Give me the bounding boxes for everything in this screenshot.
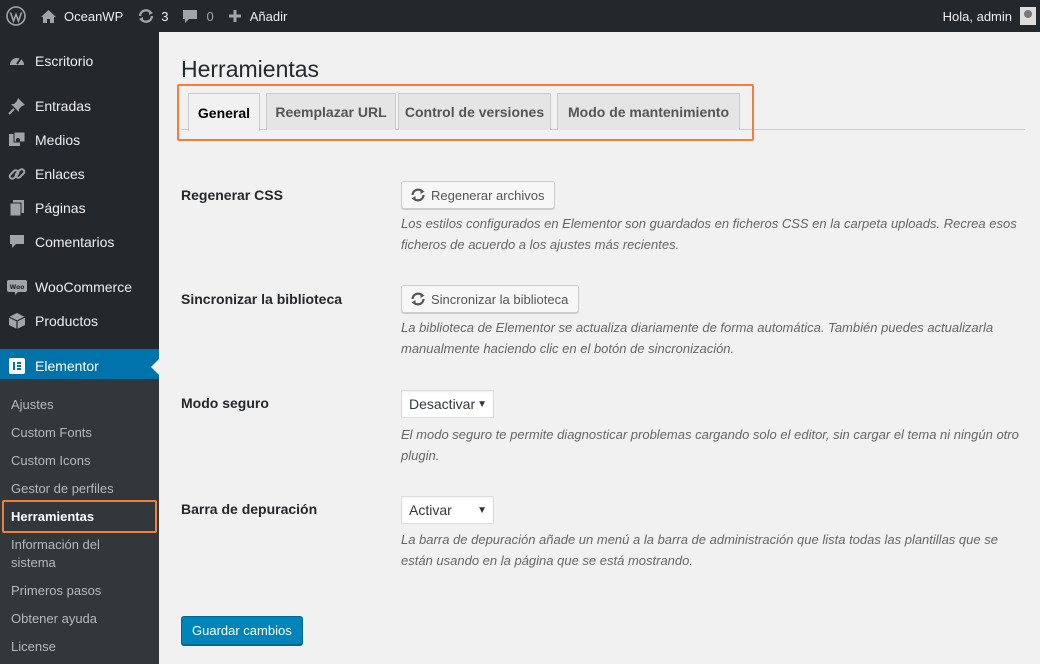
add-new-link[interactable]: Añadir: [221, 0, 295, 32]
home-icon: [40, 9, 57, 24]
sync-library-label: Sincronizar la biblioteca: [181, 291, 343, 307]
debug-bar-label: Barra de depuración: [181, 501, 318, 517]
media-icon: [7, 130, 27, 150]
sidebar-item-label: Enlaces: [35, 166, 85, 182]
comment-bubble-icon: [182, 9, 198, 24]
submenu-item-license[interactable]: License: [11, 638, 56, 656]
updates-count: 3: [161, 8, 169, 24]
sidebar-item-woocommerce[interactable]: Woo WooCommerce: [0, 270, 159, 304]
tab-modo-de-mantenimiento[interactable]: Modo de mantenimiento: [557, 93, 740, 130]
sidebar-item-label: Páginas: [35, 200, 86, 216]
sidebar-item-label: Entradas: [35, 98, 92, 114]
sidebar-item-entradas[interactable]: Entradas: [0, 89, 159, 123]
dashboard-icon: [7, 51, 27, 71]
safe-mode-description: El modo seguro te permite diagnosticar p…: [401, 427, 1019, 463]
site-name: OceanWP: [64, 8, 124, 24]
pin-icon: [7, 96, 27, 116]
refresh-icon: [411, 188, 425, 202]
dropdown-arrow-icon: ▼: [477, 399, 487, 410]
sidebar-item-enlaces[interactable]: Enlaces: [0, 157, 159, 191]
refresh-icon: [411, 292, 425, 306]
sidebar-item-comentarios[interactable]: Comentarios: [0, 225, 159, 259]
submenu-item-gestor-de-perfiles[interactable]: Gestor de perfiles: [11, 480, 114, 498]
sidebar-item-medios[interactable]: Medios: [0, 123, 159, 157]
my-account-link[interactable]: Hola, admin: [936, 0, 1040, 32]
regen-css-description: Los estilos configurados en Elementor so…: [401, 216, 1017, 252]
sidebar-item-label: Elementor: [35, 358, 99, 374]
avatar: [1020, 7, 1036, 25]
box-icon: [7, 311, 27, 331]
sidebar-item-label: Medios: [35, 132, 81, 148]
submenu-item-custom-icons[interactable]: Custom Icons: [11, 452, 90, 470]
safe-mode-select[interactable]: Desactivar ▼: [401, 390, 494, 418]
sidebar-item-label: Comentarios: [35, 234, 115, 250]
sync-library-description: La biblioteca de Elementor se actualiza …: [401, 320, 994, 356]
debug-bar-value: Activar: [409, 502, 452, 518]
sidebar-item-escritorio[interactable]: Escritorio: [0, 44, 159, 78]
dropdown-arrow-icon: ▼: [477, 505, 487, 516]
plus-icon: [228, 9, 242, 23]
elementor-submenu: Ajustes Custom Fonts Custom Icons Gestor…: [0, 379, 159, 664]
sidebar-item-elementor[interactable]: Elementor: [0, 349, 159, 383]
svg-text:Woo: Woo: [10, 284, 25, 291]
sidebar-item-label: WooCommerce: [35, 279, 132, 295]
debug-bar-description: La barra de depuración añade un menú a l…: [401, 532, 998, 568]
sidebar-item-paginas[interactable]: Páginas: [0, 191, 159, 225]
link-icon: [7, 164, 27, 184]
sidebar-item-productos[interactable]: Productos: [0, 304, 159, 338]
save-changes-button[interactable]: Guardar cambios: [181, 616, 303, 645]
updates-icon: [137, 8, 155, 24]
sync-library-button-label: Sincronizar la biblioteca: [431, 291, 569, 307]
admin-sidebar: Escritorio Entradas Medios Enlaces Págin…: [0, 32, 159, 664]
tab-bar: General Reemplazar URL Control de versio…: [181, 93, 1025, 131]
site-name-link[interactable]: OceanWP: [33, 0, 130, 32]
elementor-icon: [7, 356, 27, 376]
greeting: Hola, admin: [942, 8, 1012, 24]
main-content: Herramientas General Reemplazar URL Cont…: [159, 32, 1040, 664]
admin-bar: OceanWP 3 0 Añadir Hola, admin: [0, 0, 1040, 32]
regenerate-files-label: Regenerar archivos: [431, 187, 545, 203]
sidebar-item-label: Productos: [35, 313, 99, 329]
submenu-item-ajustes[interactable]: Ajustes: [11, 396, 54, 414]
comments-count: 0: [206, 8, 214, 24]
tab-reemplazar-url[interactable]: Reemplazar URL: [266, 93, 396, 130]
regen-css-label: Regenerar CSS: [181, 187, 283, 203]
page-icon: [7, 198, 27, 218]
page-title: Herramientas: [181, 56, 320, 82]
submenu-item-custom-fonts[interactable]: Custom Fonts: [11, 424, 92, 442]
sync-library-button[interactable]: Sincronizar la biblioteca: [401, 285, 580, 313]
debug-bar-select[interactable]: Activar ▼: [401, 496, 494, 524]
sidebar-item-label: Escritorio: [35, 53, 94, 69]
safe-mode-label: Modo seguro: [181, 395, 269, 411]
comment-icon: [7, 232, 27, 252]
add-new-label: Añadir: [249, 8, 288, 24]
tab-control-de-versiones[interactable]: Control de versiones: [398, 93, 551, 130]
submenu-item-informacion-del-sistema[interactable]: Información del sistema: [11, 536, 121, 572]
tab-general[interactable]: General: [188, 93, 260, 131]
updates-link[interactable]: 3: [130, 0, 175, 32]
submenu-item-primeros-pasos[interactable]: Primeros pasos: [11, 582, 101, 600]
submenu-item-obtener-ayuda[interactable]: Obtener ayuda: [11, 610, 97, 628]
regenerate-files-button[interactable]: Regenerar archivos: [401, 181, 556, 209]
wordpress-logo-icon[interactable]: [0, 0, 33, 32]
safe-mode-value: Desactivar: [409, 396, 476, 412]
submenu-item-herramientas[interactable]: Herramientas: [11, 508, 94, 526]
woocommerce-icon: Woo: [7, 277, 27, 297]
comments-link[interactable]: 0: [175, 0, 220, 32]
